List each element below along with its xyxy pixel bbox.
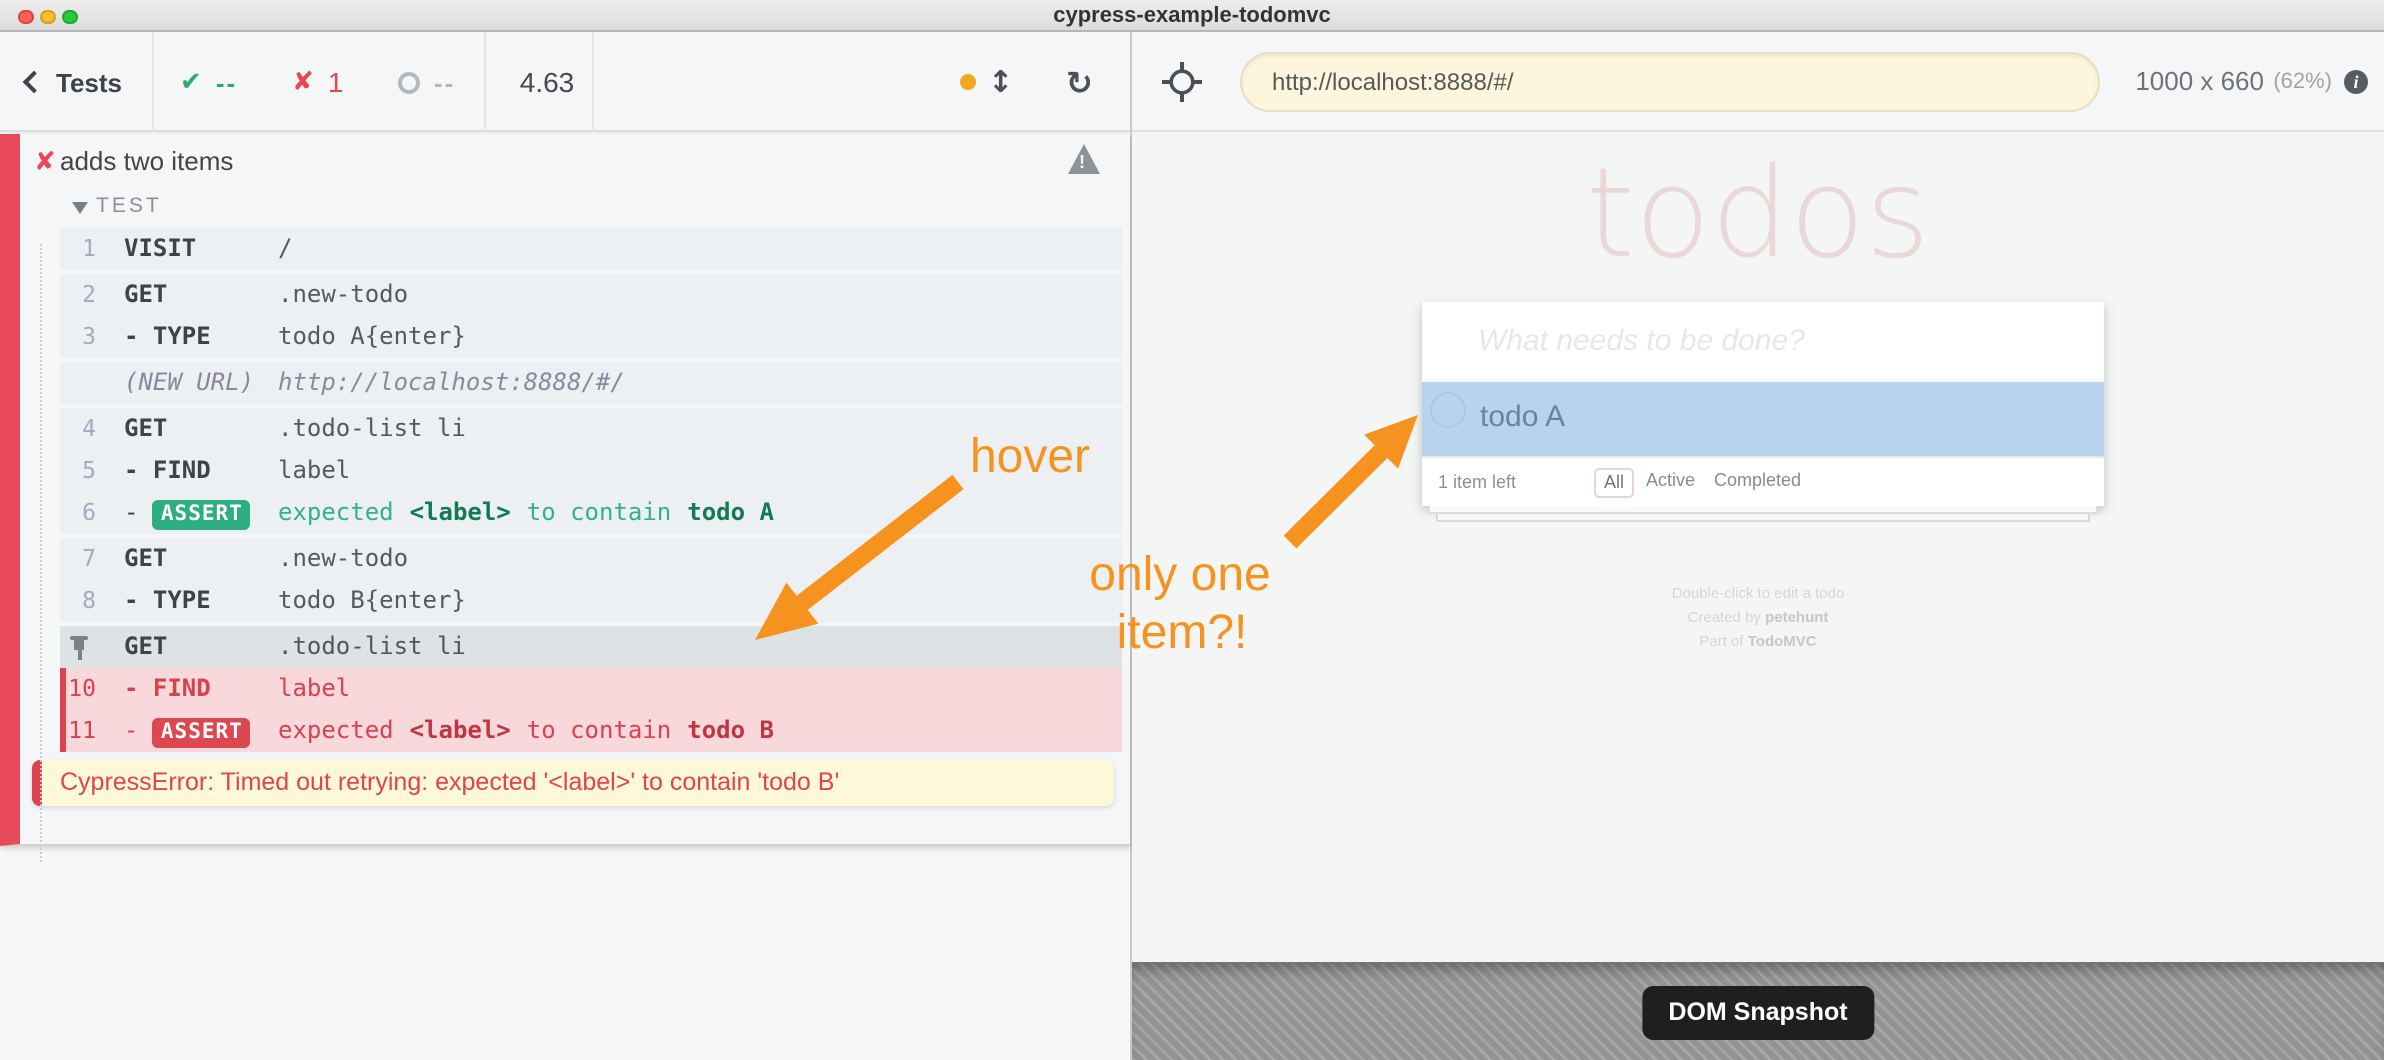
reporter-header: Tests ✔ -- ✘ 1 -- 4.63 ↕ xyxy=(0,32,1130,132)
command-row[interactable]: 1 VISIT / xyxy=(60,228,1122,270)
test-name: adds two items xyxy=(60,146,233,176)
header-separator xyxy=(484,32,486,132)
selector-playground-icon[interactable] xyxy=(1160,60,1204,104)
browser-panel: http://localhost:8888/#/ 1000 x 660 (62%… xyxy=(1132,32,2384,1060)
todo-item-highlighted[interactable]: todo A xyxy=(1422,382,2104,455)
command-row-pinned[interactable]: GET .todo-list li xyxy=(60,626,1122,668)
pin-icon xyxy=(60,626,96,668)
autoscroll-arrows-icon: ↕ xyxy=(988,64,1013,100)
assert-row-failed[interactable]: 11 - ASSERT expected<label>to containtod… xyxy=(60,710,1122,752)
todos-app-title: todos xyxy=(1132,140,2384,286)
failed-count: 1 xyxy=(328,66,344,98)
card-stack-shadow xyxy=(1428,505,2098,513)
command-row[interactable]: 4 GET .todo-list li xyxy=(60,408,1122,450)
autoscroll-toggle[interactable]: ↕ xyxy=(960,32,1013,132)
card-stack-shadow xyxy=(1436,513,2090,521)
command-log: 1 VISIT / 2 GET .new-todo 3 - TYPE todo … xyxy=(60,228,1122,752)
info-line: Part of TodoMVC xyxy=(1132,630,2384,654)
titlebar: cypress-example-todomvc xyxy=(0,0,2384,32)
url-input[interactable]: http://localhost:8888/#/ xyxy=(1240,52,2100,112)
window-title: cypress-example-todomvc xyxy=(0,0,2384,32)
command-row[interactable]: 8 - TYPE todo B{enter} xyxy=(60,580,1122,622)
back-to-tests-button[interactable]: Tests xyxy=(26,32,122,132)
command-row[interactable]: 3 - TYPE todo A{enter} xyxy=(60,316,1122,358)
refresh-icon: ↻ xyxy=(1066,63,1093,101)
browser-header: http://localhost:8888/#/ 1000 x 660 (62%… xyxy=(1132,32,2384,132)
failed-test-container: ✘ adds two items ! TEST 1 VISIT / xyxy=(0,134,1130,846)
todo-toggle-circle-icon[interactable] xyxy=(1430,391,1466,427)
todo-item-label: todo A xyxy=(1422,382,2104,455)
pending-count: -- xyxy=(434,67,455,97)
test-title-row[interactable]: ✘ adds two items ! xyxy=(20,134,1130,190)
warning-icon: ! xyxy=(1068,144,1100,174)
header-separator xyxy=(592,32,594,132)
todo-footer: 1 item left All Active Completed xyxy=(1422,455,2104,505)
info-icon[interactable] xyxy=(2344,70,2368,94)
stat-failed[interactable]: ✘ 1 xyxy=(292,32,343,132)
new-url-row[interactable]: (NEW URL) http://localhost:8888/#/ xyxy=(60,362,1122,404)
test-section-header[interactable]: TEST xyxy=(20,190,1130,228)
indent-guide-line xyxy=(39,244,41,862)
app-info-footer: Double-click to edit a todo Created by p… xyxy=(1132,582,2384,654)
todo-card: What needs to be done? todo A 1 item lef… xyxy=(1422,302,2104,505)
command-row[interactable]: 5 - FIND label xyxy=(60,450,1122,492)
error-message[interactable]: CypressError: Timed out retrying: expect… xyxy=(32,760,1114,806)
todomvc-link[interactable]: TodoMVC xyxy=(1748,632,1817,650)
autoscroll-dot-icon xyxy=(960,74,976,90)
filter-active[interactable]: Active xyxy=(1646,467,1695,493)
info-line: Created by petehunt xyxy=(1132,606,2384,630)
dom-snapshot-badge[interactable]: DOM Snapshot xyxy=(1642,986,1873,1040)
test-fail-x-icon: ✘ xyxy=(34,148,56,178)
author-link[interactable]: petehunt xyxy=(1765,608,1828,626)
stat-pending[interactable]: -- xyxy=(398,32,455,132)
assert-row-passed[interactable]: 6 - ASSERT expected<label>to containtodo… xyxy=(60,492,1122,534)
passed-check-icon: ✔ xyxy=(180,67,202,97)
command-row[interactable]: 2 GET .new-todo xyxy=(60,274,1122,316)
failed-x-icon: ✘ xyxy=(292,67,314,97)
back-chevron-icon xyxy=(23,71,46,94)
items-left-label: 1 item left xyxy=(1438,457,1516,505)
pending-circle-icon xyxy=(398,71,420,93)
aut-viewport: todos What needs to be done? todo A 1 it… xyxy=(1132,132,2384,962)
snapshot-controls-bar: DOM Snapshot xyxy=(1132,962,2384,1060)
new-todo-input[interactable]: What needs to be done? xyxy=(1422,302,2104,382)
viewport-size-label: 1000 x 660 xyxy=(2135,32,2264,132)
filter-all[interactable]: All xyxy=(1594,467,1634,497)
info-line: Double-click to edit a todo xyxy=(1132,582,2384,606)
restart-tests-button[interactable]: ↻ xyxy=(1066,32,1093,132)
passed-count: -- xyxy=(216,67,237,97)
assert-badge: ASSERT xyxy=(153,500,251,530)
collapse-triangle-icon xyxy=(72,202,88,214)
command-row-failed[interactable]: 10 - FIND label xyxy=(60,668,1122,710)
reporter-panel: Tests ✔ -- ✘ 1 -- 4.63 ↕ xyxy=(0,32,1132,1060)
header-separator xyxy=(152,32,154,132)
app-window: cypress-example-todomvc Tests ✔ -- ✘ 1 -… xyxy=(0,0,2384,1060)
viewport-zoom-label: (62%) xyxy=(2273,32,2332,132)
command-row[interactable]: 7 GET .new-todo xyxy=(60,538,1122,580)
stat-passed[interactable]: ✔ -- xyxy=(180,32,237,132)
assert-badge: ASSERT xyxy=(153,718,251,748)
test-duration: 4.63 xyxy=(504,32,590,132)
filter-completed[interactable]: Completed xyxy=(1714,467,1801,493)
